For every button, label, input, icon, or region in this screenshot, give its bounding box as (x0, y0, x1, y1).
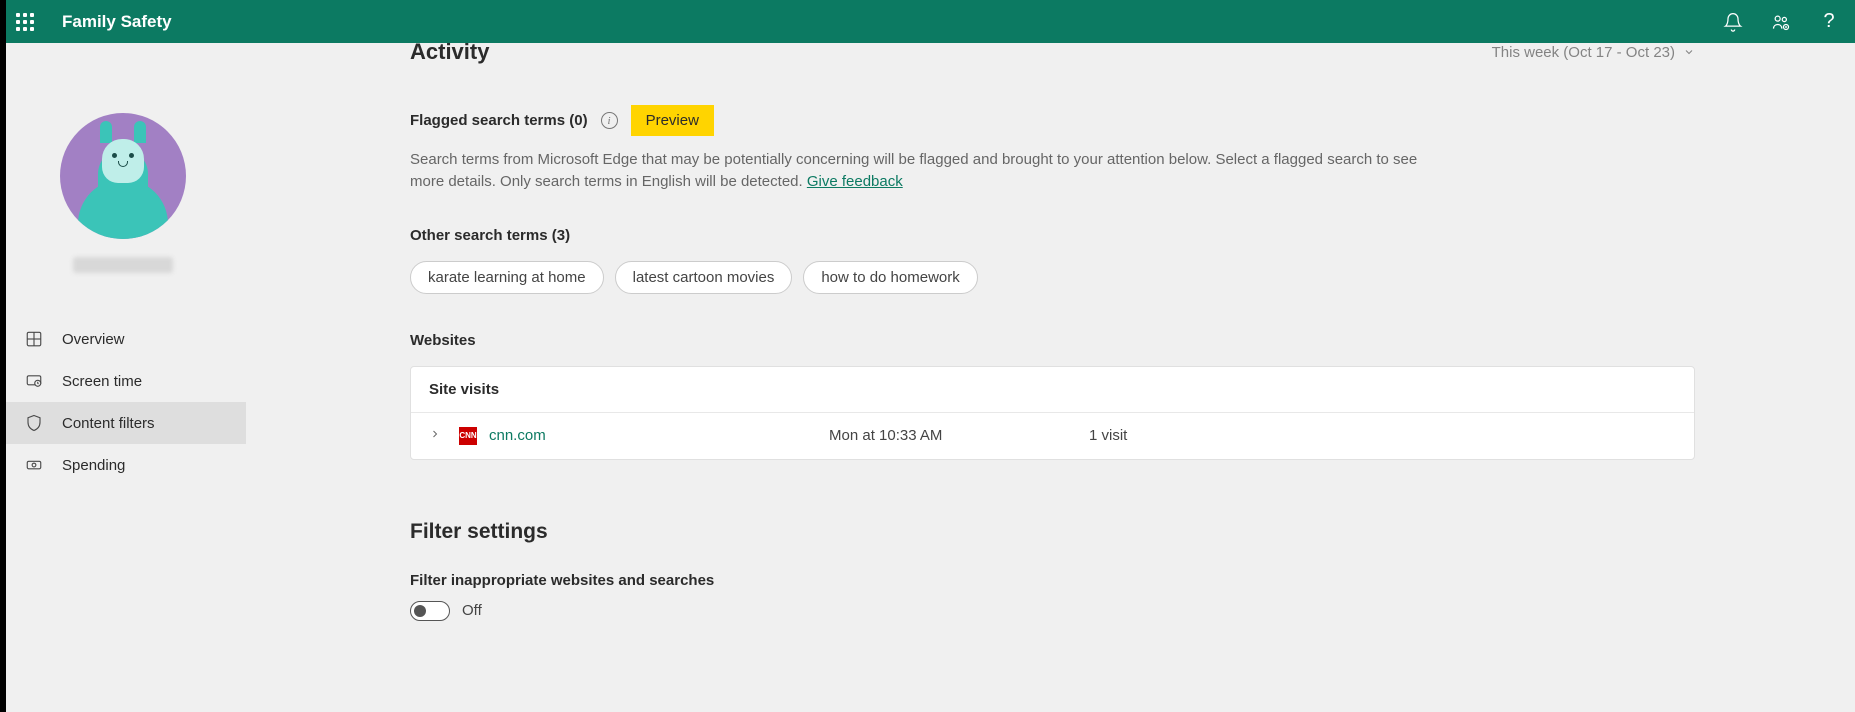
filter-settings-title: Filter settings (410, 520, 1695, 544)
flagged-terms-label: Flagged search terms (0) (410, 112, 588, 129)
websites-card: Site visits CNN cnn.com Mon at 10:33 AM … (410, 366, 1695, 460)
sidebar-item-screentime[interactable]: Screen time (0, 360, 246, 402)
people-icon[interactable] (1771, 12, 1791, 32)
site-favicon: CNN (459, 427, 477, 445)
sidebar-item-overview[interactable]: Overview (0, 318, 246, 360)
activity-title: Activity (410, 43, 489, 65)
bell-icon[interactable] (1723, 12, 1743, 32)
filter-inappropriate-label: Filter inappropriate websites and search… (410, 572, 1695, 589)
info-icon[interactable]: i (601, 112, 618, 129)
give-feedback-link[interactable]: Give feedback (807, 173, 903, 190)
sidebar-item-label: Content filters (62, 415, 155, 432)
websites-label: Websites (410, 332, 1695, 349)
search-chip[interactable]: latest cartoon movies (615, 261, 793, 294)
site-visits-header: Site visits (411, 367, 1694, 413)
sidebar-item-label: Overview (62, 331, 125, 348)
description-text: Search terms from Microsoft Edge that ma… (410, 149, 1420, 193)
site-name-link[interactable]: cnn.com (489, 427, 829, 444)
site-visits: 1 visit (1089, 427, 1127, 444)
sidebar-item-label: Spending (62, 457, 125, 474)
app-title: Family Safety (62, 12, 172, 32)
toggle-state-label: Off (462, 602, 482, 619)
profile-name (73, 257, 173, 273)
sidebar: Overview Screen time Content filters Spe… (0, 43, 246, 712)
search-chip[interactable]: how to do homework (803, 261, 977, 294)
overview-icon (24, 329, 44, 349)
sidebar-item-content-filters[interactable]: Content filters (0, 402, 246, 444)
site-time: Mon at 10:33 AM (829, 427, 1089, 444)
sidebar-item-label: Screen time (62, 373, 142, 390)
sidebar-item-spending[interactable]: Spending (0, 444, 246, 486)
filter-toggle[interactable] (410, 601, 450, 621)
avatar[interactable] (60, 113, 186, 239)
preview-badge: Preview (631, 105, 714, 136)
annotation-arrow (246, 543, 260, 633)
chevron-right-icon[interactable] (429, 427, 453, 445)
search-chip[interactable]: karate learning at home (410, 261, 604, 294)
money-icon (24, 455, 44, 475)
screentime-icon (24, 371, 44, 391)
help-icon[interactable]: ? (1819, 12, 1839, 32)
other-terms-label: Other search terms (3) (410, 227, 1695, 244)
week-selector[interactable]: This week (Oct 17 - Oct 23) (1492, 44, 1695, 61)
app-header: Family Safety ? (0, 0, 1855, 43)
week-range-label: This week (Oct 17 - Oct 23) (1492, 44, 1675, 61)
waffle-icon[interactable] (16, 13, 34, 31)
chevron-down-icon (1683, 46, 1695, 58)
site-row[interactable]: CNN cnn.com Mon at 10:33 AM 1 visit (411, 413, 1694, 459)
shield-icon (24, 413, 44, 433)
